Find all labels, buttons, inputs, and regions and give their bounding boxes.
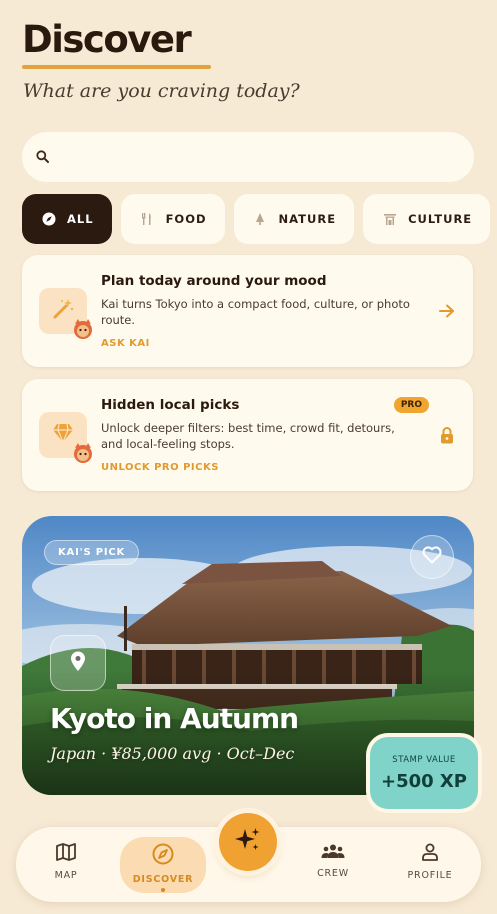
map-pin-icon — [69, 650, 87, 676]
tab-discover[interactable]: DISCOVER — [120, 837, 206, 893]
compass-icon — [152, 843, 174, 868]
tab-profile[interactable]: PROFILE — [387, 837, 473, 893]
page-subtitle: What are you craving today? — [23, 80, 300, 102]
stamp-xp: +500 XP — [381, 770, 467, 792]
tab-crew[interactable]: CREW — [290, 837, 376, 893]
chip-nature[interactable]: NATURE — [233, 194, 355, 244]
utensils-icon — [140, 212, 155, 227]
tree-icon — [253, 212, 268, 227]
kai-mascot-icon — [72, 441, 94, 465]
arrow-right-icon[interactable] — [437, 301, 457, 321]
temple-icon — [382, 212, 397, 227]
pro-badge: PRO — [393, 397, 429, 413]
kais-pick-tag: KAI'S PICK — [44, 540, 140, 565]
search-input[interactable] — [59, 149, 439, 165]
destination-meta: Japan · ¥85,000 avg · Oct–Dec — [50, 744, 295, 763]
title-underline — [22, 65, 211, 69]
location-button[interactable] — [50, 635, 106, 691]
chip-label: NATURE — [278, 212, 337, 226]
filter-chip-row: ALL FOOD NATURE CULTURE — [0, 190, 497, 248]
card-description: Kai turns Tokyo into a compact food, cul… — [101, 297, 410, 327]
tab-map[interactable]: MAP — [23, 837, 109, 893]
tab-label: CREW — [317, 868, 349, 879]
search-bar[interactable] — [22, 132, 474, 182]
tab-label: MAP — [54, 870, 78, 881]
kai-mascot-icon — [72, 317, 94, 341]
mood-plan-card[interactable]: Plan today around your mood Kai turns To… — [22, 255, 473, 367]
map-icon — [56, 843, 76, 864]
hidden-picks-card[interactable]: Hidden local picks PRO Unlock deeper fil… — [22, 379, 473, 491]
compass-icon — [41, 212, 56, 227]
chip-food[interactable]: FOOD — [120, 194, 225, 244]
search-icon — [36, 148, 49, 167]
kai-sparkle-button[interactable] — [219, 813, 277, 871]
group-icon — [321, 843, 345, 862]
gem-icon — [52, 423, 74, 447]
card-title: Hidden local picks — [101, 397, 240, 413]
chip-all[interactable]: ALL — [22, 194, 112, 244]
tab-label: PROFILE — [407, 870, 453, 881]
heart-icon — [422, 546, 442, 568]
tab-label: DISCOVER — [132, 874, 194, 885]
sparkle-icon — [234, 826, 262, 858]
card-description: Unlock deeper filters: best time, crowd … — [101, 421, 395, 451]
person-icon — [421, 843, 439, 864]
favorite-button[interactable] — [410, 535, 454, 579]
lock-icon[interactable] — [437, 425, 457, 445]
chip-label: FOOD — [165, 212, 207, 226]
chip-culture[interactable]: CULTURE — [363, 194, 491, 244]
destination-title: Kyoto in Autumn — [50, 702, 299, 735]
card-title: Plan today around your mood — [101, 273, 327, 289]
unlock-pro-link[interactable]: UNLOCK PRO PICKS — [101, 462, 219, 473]
stamp-label: STAMP VALUE — [392, 754, 456, 765]
active-indicator — [161, 888, 165, 892]
chip-label: ALL — [67, 212, 94, 226]
page-title: Discover — [22, 18, 192, 61]
ask-kai-link[interactable]: ASK KAI — [101, 338, 150, 349]
chip-label: CULTURE — [408, 212, 473, 226]
stamp-value-badge: STAMP VALUE +500 XP — [366, 733, 482, 813]
